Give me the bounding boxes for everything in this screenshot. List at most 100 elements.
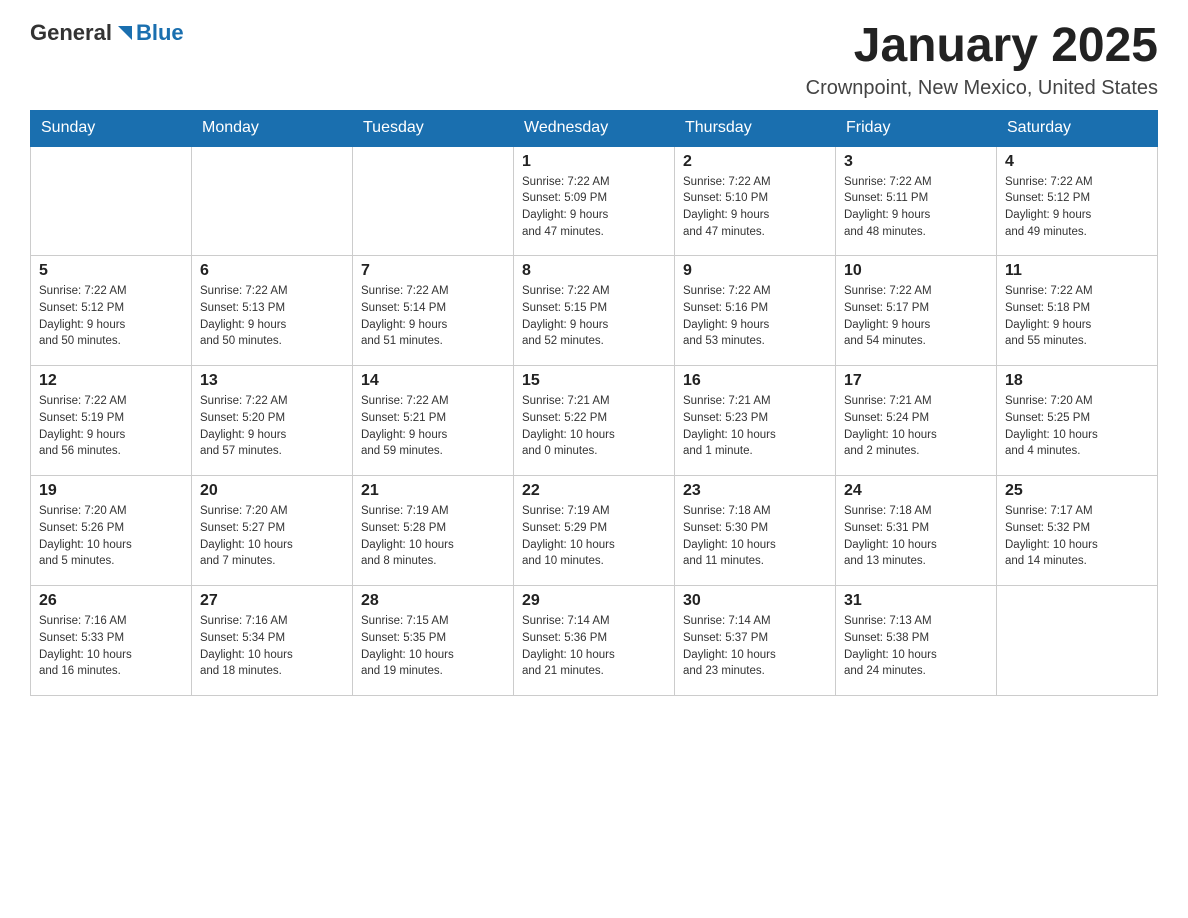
day-number: 25 bbox=[1005, 482, 1149, 500]
week-row-3: 12 Sunrise: 7:22 AM Sunset: 5:19 PM Dayli… bbox=[31, 366, 1158, 476]
day-cell: 4 Sunrise: 7:22 AM Sunset: 5:12 PM Daylig… bbox=[997, 146, 1158, 256]
location-subtitle: Crownpoint, New Mexico, United States bbox=[806, 77, 1158, 100]
day-cell bbox=[192, 146, 353, 256]
day-number: 23 bbox=[683, 482, 827, 500]
day-info: Sunrise: 7:22 AM Sunset: 5:11 PM Dayligh… bbox=[844, 174, 988, 241]
day-cell: 30Sunrise: 7:14 AM Sunset: 5:37 PM Dayli… bbox=[675, 586, 836, 696]
day-number: 31 bbox=[844, 592, 988, 610]
day-number: 26 bbox=[39, 592, 183, 610]
day-info: Sunrise: 7:22 AM Sunset: 5:20 PM Dayligh… bbox=[200, 393, 344, 460]
day-number: 15 bbox=[522, 372, 666, 390]
day-info: Sunrise: 7:17 AM Sunset: 5:32 PM Dayligh… bbox=[1005, 503, 1149, 570]
day-info: Sunrise: 7:22 AM Sunset: 5:12 PM Dayligh… bbox=[39, 283, 183, 350]
day-number: 13 bbox=[200, 372, 344, 390]
day-cell: 1 Sunrise: 7:22 AM Sunset: 5:09 PM Daylig… bbox=[514, 146, 675, 256]
header-cell-wednesday: Wednesday bbox=[514, 110, 675, 146]
header-cell-saturday: Saturday bbox=[997, 110, 1158, 146]
day-number: 27 bbox=[200, 592, 344, 610]
day-cell: 5 Sunrise: 7:22 AM Sunset: 5:12 PM Daylig… bbox=[31, 256, 192, 366]
day-number: 18 bbox=[1005, 372, 1149, 390]
day-cell: 23 Sunrise: 7:18 AM Sunset: 5:30 PM Dayli… bbox=[675, 476, 836, 586]
day-cell: 26 Sunrise: 7:16 AM Sunset: 5:33 PM Dayli… bbox=[31, 586, 192, 696]
day-cell: 12 Sunrise: 7:22 AM Sunset: 5:19 PM Dayli… bbox=[31, 366, 192, 476]
day-number: 17 bbox=[844, 372, 988, 390]
day-cell: 19 Sunrise: 7:20 AM Sunset: 5:26 PM Dayli… bbox=[31, 476, 192, 586]
calendar-body: 1 Sunrise: 7:22 AM Sunset: 5:09 PM Daylig… bbox=[31, 146, 1158, 696]
week-row-5: 26 Sunrise: 7:16 AM Sunset: 5:33 PM Dayli… bbox=[31, 586, 1158, 696]
day-number: 6 bbox=[200, 262, 344, 280]
day-info: Sunrise: 7:20 AM Sunset: 5:26 PM Dayligh… bbox=[39, 503, 183, 570]
logo-triangle-icon bbox=[114, 22, 136, 44]
day-info: Sunrise: 7:21 AM Sunset: 5:22 PM Dayligh… bbox=[522, 393, 666, 460]
day-info: Sunrise: 7:16 AM Sunset: 5:33 PM Dayligh… bbox=[39, 613, 183, 680]
day-cell bbox=[997, 586, 1158, 696]
day-number: 12 bbox=[39, 372, 183, 390]
day-number: 1 bbox=[522, 153, 666, 171]
day-info: Sunrise: 7:13 AM Sunset: 5:38 PM Dayligh… bbox=[844, 613, 988, 680]
day-info: Sunrise: 7:22 AM Sunset: 5:10 PM Dayligh… bbox=[683, 174, 827, 241]
day-info: Sunrise: 7:18 AM Sunset: 5:31 PM Dayligh… bbox=[844, 503, 988, 570]
day-cell: 16 Sunrise: 7:21 AM Sunset: 5:23 PM Dayli… bbox=[675, 366, 836, 476]
day-info: Sunrise: 7:22 AM Sunset: 5:12 PM Dayligh… bbox=[1005, 174, 1149, 241]
month-title: January 2025 bbox=[806, 20, 1158, 73]
day-cell: 22Sunrise: 7:19 AM Sunset: 5:29 PM Dayli… bbox=[514, 476, 675, 586]
day-cell: 31 Sunrise: 7:13 AM Sunset: 5:38 PM Dayli… bbox=[836, 586, 997, 696]
day-number: 19 bbox=[39, 482, 183, 500]
week-row-4: 19 Sunrise: 7:20 AM Sunset: 5:26 PM Dayli… bbox=[31, 476, 1158, 586]
logo-blue: Blue bbox=[136, 20, 184, 46]
day-cell: 3 Sunrise: 7:22 AM Sunset: 5:11 PM Daylig… bbox=[836, 146, 997, 256]
day-cell: 8 Sunrise: 7:22 AM Sunset: 5:15 PM Daylig… bbox=[514, 256, 675, 366]
day-cell: 20 Sunrise: 7:20 AM Sunset: 5:27 PM Dayli… bbox=[192, 476, 353, 586]
day-number: 2 bbox=[683, 153, 827, 171]
header-cell-thursday: Thursday bbox=[675, 110, 836, 146]
day-number: 14 bbox=[361, 372, 505, 390]
day-info: Sunrise: 7:22 AM Sunset: 5:15 PM Dayligh… bbox=[522, 283, 666, 350]
day-number: 7 bbox=[361, 262, 505, 280]
header-row: SundayMondayTuesdayWednesdayThursdayFrid… bbox=[31, 110, 1158, 146]
day-info: Sunrise: 7:22 AM Sunset: 5:19 PM Dayligh… bbox=[39, 393, 183, 460]
day-number: 9 bbox=[683, 262, 827, 280]
day-cell: 17 Sunrise: 7:21 AM Sunset: 5:24 PM Dayli… bbox=[836, 366, 997, 476]
day-info: Sunrise: 7:21 AM Sunset: 5:23 PM Dayligh… bbox=[683, 393, 827, 460]
day-cell: 2 Sunrise: 7:22 AM Sunset: 5:10 PM Daylig… bbox=[675, 146, 836, 256]
calendar-table: SundayMondayTuesdayWednesdayThursdayFrid… bbox=[30, 110, 1158, 697]
day-number: 3 bbox=[844, 153, 988, 171]
day-info: Sunrise: 7:18 AM Sunset: 5:30 PM Dayligh… bbox=[683, 503, 827, 570]
day-info: Sunrise: 7:22 AM Sunset: 5:09 PM Dayligh… bbox=[522, 174, 666, 241]
day-cell: 6 Sunrise: 7:22 AM Sunset: 5:13 PM Daylig… bbox=[192, 256, 353, 366]
header-cell-monday: Monday bbox=[192, 110, 353, 146]
day-info: Sunrise: 7:22 AM Sunset: 5:18 PM Dayligh… bbox=[1005, 283, 1149, 350]
day-cell bbox=[31, 146, 192, 256]
day-info: Sunrise: 7:20 AM Sunset: 5:27 PM Dayligh… bbox=[200, 503, 344, 570]
day-cell: 27Sunrise: 7:16 AM Sunset: 5:34 PM Dayli… bbox=[192, 586, 353, 696]
day-cell: 24Sunrise: 7:18 AM Sunset: 5:31 PM Dayli… bbox=[836, 476, 997, 586]
day-cell: 14 Sunrise: 7:22 AM Sunset: 5:21 PM Dayli… bbox=[353, 366, 514, 476]
day-number: 8 bbox=[522, 262, 666, 280]
logo-general: General bbox=[30, 20, 112, 46]
header-cell-tuesday: Tuesday bbox=[353, 110, 514, 146]
day-info: Sunrise: 7:22 AM Sunset: 5:21 PM Dayligh… bbox=[361, 393, 505, 460]
day-number: 11 bbox=[1005, 262, 1149, 280]
day-cell: 21Sunrise: 7:19 AM Sunset: 5:28 PM Dayli… bbox=[353, 476, 514, 586]
day-cell bbox=[353, 146, 514, 256]
day-info: Sunrise: 7:19 AM Sunset: 5:28 PM Dayligh… bbox=[361, 503, 505, 570]
logo: General Blue bbox=[30, 20, 184, 46]
day-number: 4 bbox=[1005, 153, 1149, 171]
calendar-header: SundayMondayTuesdayWednesdayThursdayFrid… bbox=[31, 110, 1158, 146]
day-info: Sunrise: 7:22 AM Sunset: 5:17 PM Dayligh… bbox=[844, 283, 988, 350]
header-cell-friday: Friday bbox=[836, 110, 997, 146]
day-number: 10 bbox=[844, 262, 988, 280]
day-number: 5 bbox=[39, 262, 183, 280]
header-cell-sunday: Sunday bbox=[31, 110, 192, 146]
day-info: Sunrise: 7:19 AM Sunset: 5:29 PM Dayligh… bbox=[522, 503, 666, 570]
day-cell: 28Sunrise: 7:15 AM Sunset: 5:35 PM Dayli… bbox=[353, 586, 514, 696]
day-info: Sunrise: 7:21 AM Sunset: 5:24 PM Dayligh… bbox=[844, 393, 988, 460]
day-info: Sunrise: 7:22 AM Sunset: 5:13 PM Dayligh… bbox=[200, 283, 344, 350]
day-number: 29 bbox=[522, 592, 666, 610]
day-number: 16 bbox=[683, 372, 827, 390]
day-cell: 11 Sunrise: 7:22 AM Sunset: 5:18 PM Dayli… bbox=[997, 256, 1158, 366]
day-number: 20 bbox=[200, 482, 344, 500]
day-cell: 13 Sunrise: 7:22 AM Sunset: 5:20 PM Dayli… bbox=[192, 366, 353, 476]
day-cell: 25 Sunrise: 7:17 AM Sunset: 5:32 PM Dayli… bbox=[997, 476, 1158, 586]
day-cell: 9Sunrise: 7:22 AM Sunset: 5:16 PM Daylig… bbox=[675, 256, 836, 366]
